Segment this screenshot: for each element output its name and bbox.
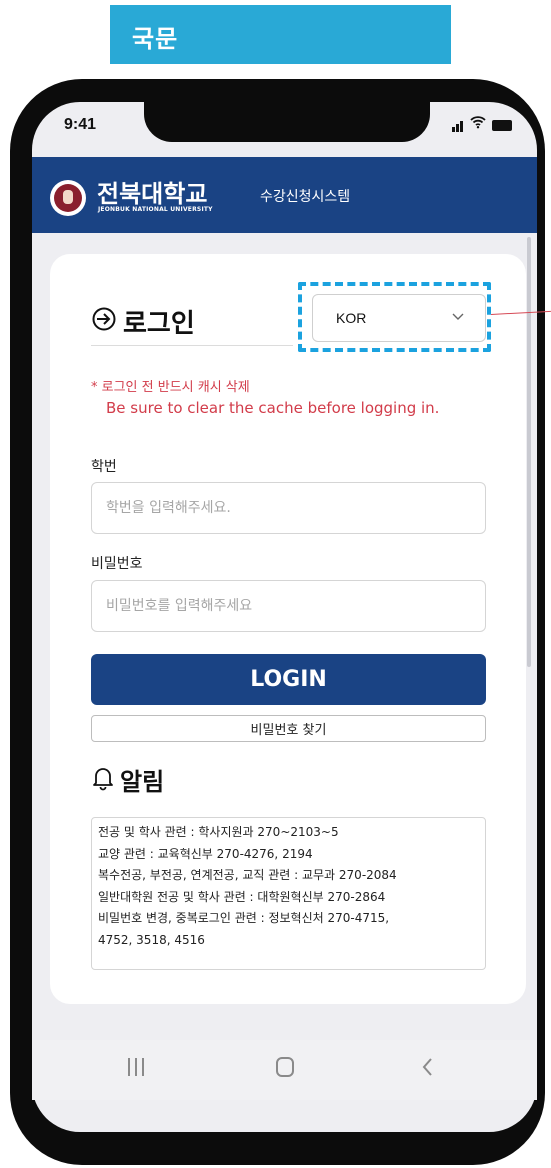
logo-emblem (63, 190, 73, 204)
language-select[interactable]: KOR (312, 294, 486, 342)
notice-title: 알림 (120, 768, 165, 796)
login-button[interactable]: LOGIN (91, 654, 486, 705)
home-icon[interactable] (276, 1057, 294, 1077)
cache-notice-en: Be sure to clear the cache before loggin… (106, 399, 440, 417)
battery-icon (492, 120, 512, 131)
notice-line: 전공 및 학사 관련 : 학사지원과 270~2103~5 (98, 825, 339, 839)
university-name: 전북대학교 (97, 180, 208, 208)
notice-line: 일반대학원 전공 및 학사 관련 : 대학원혁신부 270-2864 (98, 889, 386, 904)
password-label: 비밀번호 (91, 556, 143, 572)
notice-line: 복수전공, 부전공, 연계전공, 교직 관련 : 교무과 270-2084 (98, 868, 397, 882)
system-name: 수강신청시스템 (260, 189, 351, 205)
korean-version-label: 국문 (132, 25, 179, 53)
wifi-icon (470, 114, 486, 134)
scrollbar[interactable] (527, 237, 531, 667)
notice-line: 교양 관련 : 교육혁신부 270-4276, 2194 (98, 846, 313, 861)
signal-icon (460, 121, 463, 132)
chevron-down-icon (452, 313, 464, 320)
login-icon (92, 307, 116, 331)
notice-line: 비밀번호 변경, 중복로그인 관련 : 정보혁신처 270-4715, (98, 911, 390, 925)
notice-box: 전공 및 학사 관련 : 학사지원과 270~2103~5 교양 관련 : 교육… (91, 817, 486, 970)
korean-version-tag: 국문 (110, 5, 451, 64)
signal-icon (452, 127, 455, 132)
university-name-en: JEONBUK NATIONAL UNIVERSITY (98, 206, 213, 213)
phone-notch (144, 102, 430, 142)
bell-icon (93, 768, 113, 791)
signal-icon (456, 124, 459, 132)
notice-line: 4752, 3518, 4516 (98, 932, 205, 947)
student-id-input[interactable] (91, 482, 486, 534)
login-title: 로그인 (123, 309, 195, 339)
status-bar-icons (452, 116, 512, 134)
cache-notice-ko: * 로그인 전 반드시 캐시 삭제 (91, 380, 250, 395)
back-icon[interactable] (420, 1056, 434, 1078)
student-id-label: 학번 (91, 459, 117, 475)
title-divider (91, 345, 293, 346)
recent-apps-icon[interactable] (128, 1058, 144, 1076)
password-input[interactable] (91, 580, 486, 632)
find-password-button[interactable]: 비밀번호 찾기 (91, 715, 486, 742)
language-selected-value: KOR (336, 310, 367, 326)
status-bar-time: 9:41 (64, 116, 97, 133)
